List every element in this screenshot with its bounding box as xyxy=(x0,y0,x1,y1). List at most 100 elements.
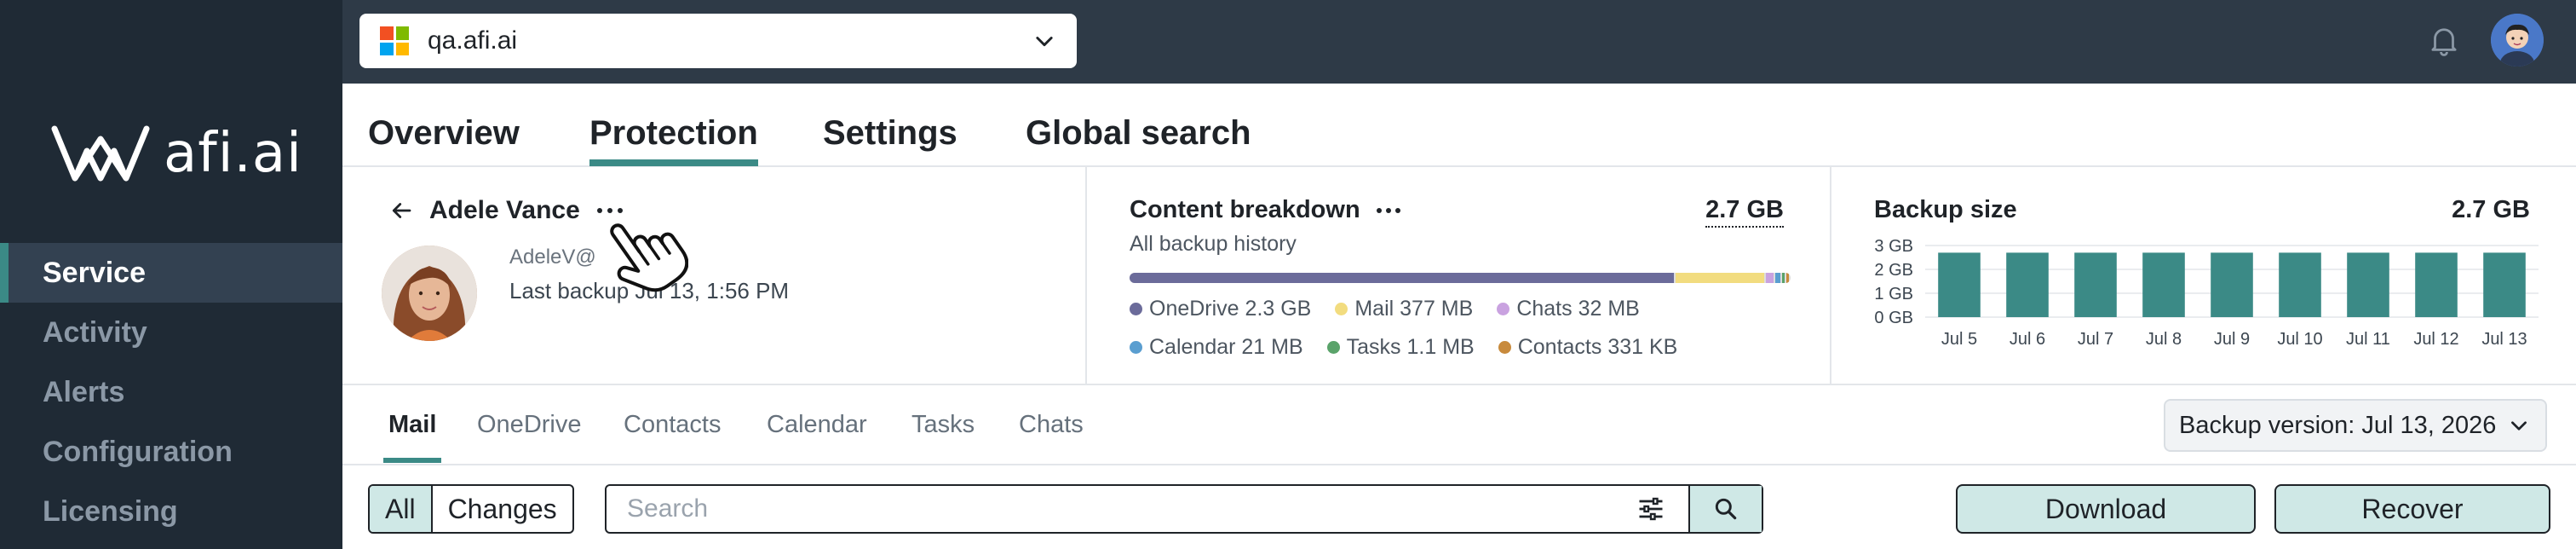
download-button[interactable]: Download xyxy=(1956,484,2256,534)
content-breakdown-card: Content breakdown 2.7 GB All backup hist… xyxy=(1087,167,1831,384)
bar-jul-12 xyxy=(2415,252,2458,317)
backup-size-title: Backup size xyxy=(1874,196,2017,223)
legend-dot xyxy=(1335,303,1348,315)
summary-cards: Adele Vance AdeleV@ Last backup Jul 13, … xyxy=(342,167,2576,385)
user-email: AdeleV@ xyxy=(509,246,596,269)
legend-item-calendar: Calendar 21 MB xyxy=(1130,335,1303,360)
content-breakdown-subtitle: All backup history xyxy=(1130,232,1297,256)
breakdown-segment-contacts xyxy=(1785,273,1789,283)
sidebar: afi.ai Service Activity Alerts Configura… xyxy=(0,0,342,549)
legend-label: Contacts 331 KB xyxy=(1517,335,1678,359)
backup-size-total: 2.7 GB xyxy=(2452,196,2530,223)
content-breakdown-bar xyxy=(1130,273,1791,283)
legend-item-tasks: Tasks 1.1 MB xyxy=(1326,335,1475,360)
bar-jul-8 xyxy=(2142,252,2185,317)
breakdown-segment-chats xyxy=(1766,273,1774,283)
legend-item-contacts: Contacts 331 KB xyxy=(1498,335,1678,360)
bar-jul-5 xyxy=(1938,252,1981,317)
content-breakdown-header: Content breakdown xyxy=(1130,196,1401,224)
bar-jul-10 xyxy=(2279,252,2321,317)
breakdown-segment-calendar xyxy=(1775,273,1780,283)
search-input[interactable] xyxy=(607,486,1636,532)
content-tabs: Mail OneDrive Contacts Calendar Tasks Ch… xyxy=(342,385,2576,465)
hand-pointer-cursor-icon xyxy=(610,223,688,292)
legend-dot xyxy=(1497,303,1510,315)
chevron-down-icon xyxy=(1036,37,1053,47)
search-icon xyxy=(1715,498,1737,520)
search-button[interactable] xyxy=(1688,486,1762,532)
toggle-changes-button[interactable]: Changes xyxy=(433,486,572,532)
tab-global-search[interactable]: Global search xyxy=(1026,114,1251,153)
y-tick-label: 0 GB xyxy=(1874,309,1913,327)
sidebar-nav: Service Activity Alerts Configuration Li… xyxy=(0,243,342,541)
x-tick-label: Jul 5 xyxy=(1941,330,1977,349)
user-card: Adele Vance AdeleV@ Last backup Jul 13, … xyxy=(342,167,1087,384)
x-tick-label: Jul 13 xyxy=(2481,330,2527,349)
x-tick-label: Jul 8 xyxy=(2146,330,2182,349)
backup-version-select[interactable]: Backup version: Jul 13, 2026 xyxy=(2164,399,2547,452)
y-tick-label: 2 GB xyxy=(1874,261,1913,280)
more-options-icon[interactable] xyxy=(1376,206,1401,215)
sidebar-item-licensing[interactable]: Licensing xyxy=(0,482,342,541)
legend-label: Mail 377 MB xyxy=(1354,297,1474,321)
sidebar-item-activity[interactable]: Activity xyxy=(0,303,342,362)
backup-size-chart: 0 GB 1 GB 2 GB 3 GB Jul 5 Jul 6 Jul 7 Jul 8 Jul … xyxy=(1874,237,2539,349)
bar-jul-6 xyxy=(2006,252,2049,317)
user-photo xyxy=(382,246,477,341)
user-photo-image xyxy=(382,246,477,341)
legend-label: Chats 32 MB xyxy=(1516,297,1640,321)
filter-sliders-icon[interactable] xyxy=(1636,494,1666,524)
tab-settings[interactable]: Settings xyxy=(823,114,957,153)
tab-calendar[interactable]: Calendar xyxy=(767,411,867,439)
sidebar-item-service[interactable]: Service xyxy=(0,243,342,303)
tab-chats[interactable]: Chats xyxy=(1019,411,1084,439)
legend-dot xyxy=(1130,341,1142,354)
content-breakdown-legend: OneDrive 2.3 GB Mail 377 MB Chats 32 MB Cal… xyxy=(1130,297,1803,360)
legend-label: Tasks 1.1 MB xyxy=(1346,335,1475,359)
bar-jul-9 xyxy=(2211,252,2253,317)
tab-overview[interactable]: Overview xyxy=(368,114,520,153)
sidebar-item-configuration[interactable]: Configuration xyxy=(0,422,342,482)
legend-item-chats: Chats 32 MB xyxy=(1497,297,1640,321)
view-toggle: All Changes xyxy=(368,484,574,534)
legend-label: OneDrive 2.3 GB xyxy=(1149,297,1312,321)
tab-tasks[interactable]: Tasks xyxy=(911,411,975,439)
user-header: Adele Vance xyxy=(388,196,624,225)
legend-dot xyxy=(1498,341,1511,354)
tenant-name: qa.afi.ai xyxy=(428,26,518,55)
tab-mail[interactable]: Mail xyxy=(382,411,442,463)
topbar: qa.afi.ai xyxy=(342,0,2576,84)
content-breakdown-total[interactable]: 2.7 GB xyxy=(1705,196,1784,228)
legend-label: Calendar 21 MB xyxy=(1149,335,1303,359)
tenant-selector[interactable]: qa.afi.ai xyxy=(359,14,1077,68)
bell-icon[interactable] xyxy=(2426,22,2462,58)
bar-jul-7 xyxy=(2074,252,2117,317)
toggle-all-button[interactable]: All xyxy=(370,486,433,532)
afi-logo[interactable]: afi.ai xyxy=(49,119,302,188)
bar-jul-13 xyxy=(2483,252,2526,317)
x-tick-label: Jul 6 xyxy=(2010,330,2045,349)
sidebar-item-alerts[interactable]: Alerts xyxy=(0,362,342,422)
y-tick-label: 3 GB xyxy=(1874,237,1913,256)
breakdown-segment-tasks xyxy=(1781,273,1785,283)
tab-protection[interactable]: Protection xyxy=(589,114,758,166)
legend-item-onedrive: OneDrive 2.3 GB xyxy=(1130,297,1311,321)
user-name: Adele Vance xyxy=(429,196,580,224)
chevron-down-icon xyxy=(2511,421,2527,431)
search-box xyxy=(605,484,1763,534)
tab-onedrive[interactable]: OneDrive xyxy=(477,411,582,439)
x-tick-label: Jul 11 xyxy=(2346,330,2390,349)
profile-face-icon xyxy=(2491,14,2544,66)
x-tick-label: Jul 7 xyxy=(2078,330,2113,349)
tab-contacts[interactable]: Contacts xyxy=(624,411,721,439)
x-tick-label: Jul 12 xyxy=(2413,330,2458,349)
legend-item-mail: Mail 377 MB xyxy=(1335,297,1473,321)
x-tick-label: Jul 10 xyxy=(2277,330,2322,349)
recover-button[interactable]: Recover xyxy=(2274,484,2550,534)
legend-dot xyxy=(1130,303,1142,315)
content-breakdown-title: Content breakdown xyxy=(1130,196,1360,223)
mail-toolbar: All Changes Download Recover xyxy=(342,465,2576,549)
avatar[interactable] xyxy=(2491,14,2544,66)
main-tabs: Overview Protection Settings Global sear… xyxy=(342,84,2576,167)
arrow-left-icon[interactable] xyxy=(388,198,414,223)
